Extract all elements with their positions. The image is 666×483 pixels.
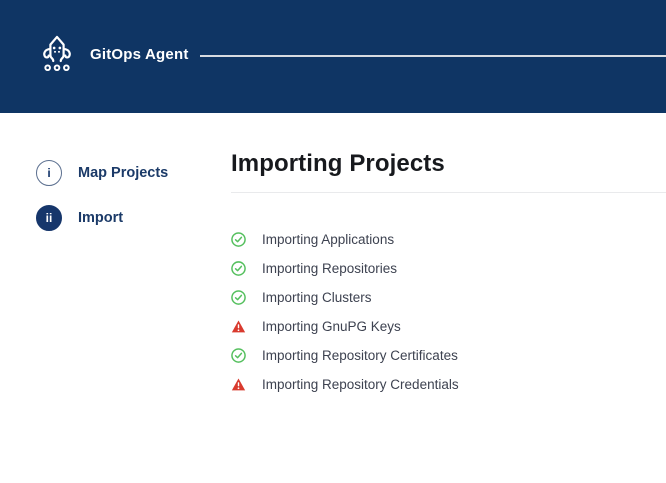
brand-title: GitOps Agent bbox=[90, 46, 189, 63]
step-indicator-icon: ii bbox=[36, 205, 62, 231]
stepper-item-label: Map Projects bbox=[78, 165, 168, 181]
step-indicator-icon: i bbox=[36, 160, 62, 186]
import-status-label: Importing GnuPG Keys bbox=[262, 319, 401, 334]
import-status-label: Importing Repository Credentials bbox=[262, 377, 459, 392]
app-window: GitOps Agent i Map Projects ii Import Im… bbox=[0, 0, 666, 483]
import-status-row: Importing GnuPG Keys bbox=[231, 312, 666, 341]
import-status-label: Importing Clusters bbox=[262, 290, 372, 305]
check-circle-icon bbox=[231, 290, 246, 305]
check-circle-icon bbox=[231, 232, 246, 247]
title-divider bbox=[231, 192, 666, 193]
warning-triangle-icon bbox=[231, 377, 246, 392]
import-status-row: Importing Repository Certificates bbox=[231, 341, 666, 370]
main-content: Importing Projects Importing Application… bbox=[231, 150, 666, 399]
import-status-row: Importing Clusters bbox=[231, 283, 666, 312]
import-status-label: Importing Repository Certificates bbox=[262, 348, 458, 363]
import-status-row: Importing Repository Credentials bbox=[231, 370, 666, 399]
check-circle-icon bbox=[231, 348, 246, 363]
import-status-label: Importing Repositories bbox=[262, 261, 397, 276]
import-status-row: Importing Repositories bbox=[231, 254, 666, 283]
warning-triangle-icon bbox=[231, 319, 246, 334]
check-circle-icon bbox=[231, 261, 246, 276]
import-status-list: Importing Applications Importing Reposit… bbox=[231, 225, 666, 399]
import-status-row: Importing Applications bbox=[231, 225, 666, 254]
wizard-stepper: i Map Projects ii Import bbox=[36, 159, 216, 249]
stepper-item-map-projects[interactable]: i Map Projects bbox=[36, 159, 216, 186]
header-divider bbox=[200, 55, 666, 57]
page-title: Importing Projects bbox=[231, 150, 666, 178]
app-header: GitOps Agent bbox=[0, 0, 666, 113]
stepper-item-label: Import bbox=[78, 210, 123, 226]
squid-logo-icon bbox=[35, 30, 79, 78]
stepper-item-import[interactable]: ii Import bbox=[36, 204, 216, 231]
import-status-label: Importing Applications bbox=[262, 232, 394, 247]
